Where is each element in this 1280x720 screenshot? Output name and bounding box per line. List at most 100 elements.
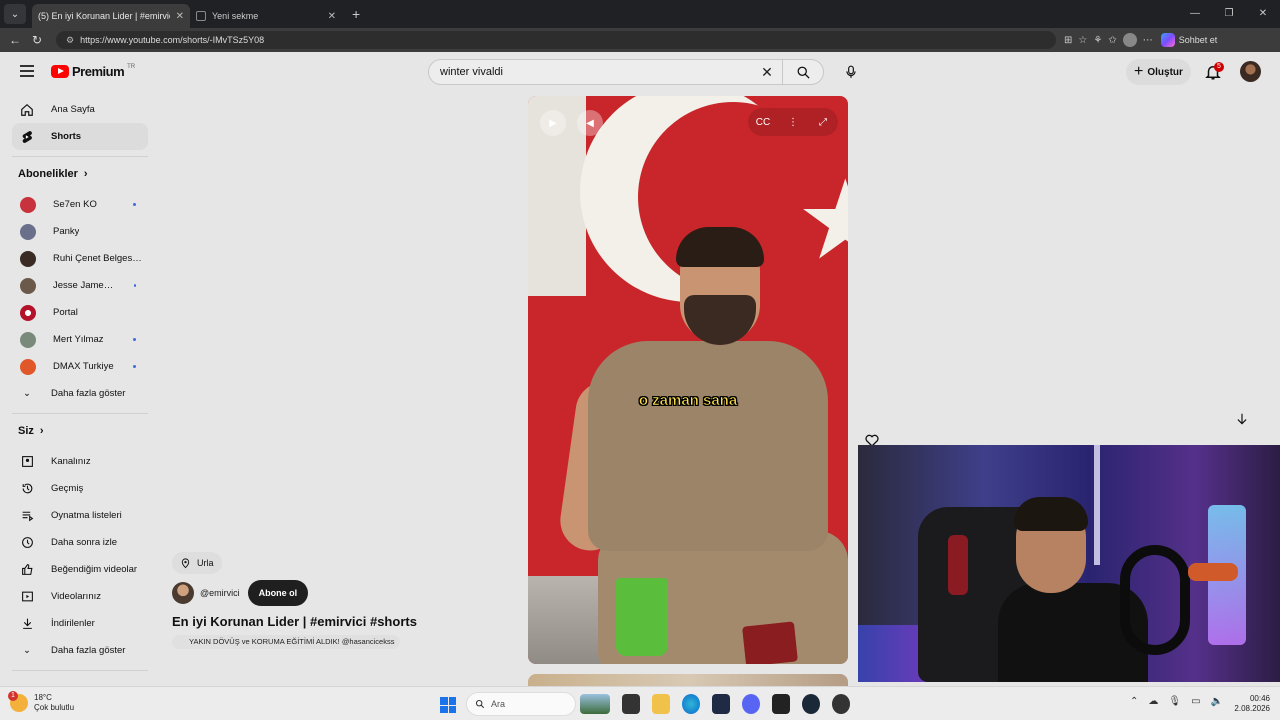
sidebar-subscription[interactable]: Panky bbox=[0, 218, 148, 245]
fullscreen-icon[interactable]: ⤢ bbox=[812, 117, 834, 128]
copilot-chat-button[interactable]: Sohbet et bbox=[1160, 33, 1217, 47]
microphone-icon[interactable]: 🎙 bbox=[1168, 696, 1181, 707]
video-phone bbox=[742, 621, 798, 664]
player-controls-right: CC ⋮ ⤢ bbox=[748, 108, 838, 136]
new-tab-icon[interactable]: + bbox=[352, 6, 360, 22]
search-button[interactable] bbox=[783, 59, 823, 85]
window-close-icon[interactable]: ✕ bbox=[1246, 0, 1280, 28]
clear-search-icon[interactable]: ✕ bbox=[752, 64, 782, 81]
edge-browser-icon[interactable] bbox=[682, 694, 700, 714]
sidebar-subscription[interactable]: Portal bbox=[0, 299, 148, 326]
app-icon[interactable] bbox=[772, 694, 790, 714]
steam-icon[interactable] bbox=[802, 694, 820, 714]
sidebar-item-watch-later[interactable]: Daha sonra izle bbox=[0, 529, 148, 556]
next-short-button[interactable] bbox=[1231, 408, 1253, 430]
widgets-icon[interactable] bbox=[580, 694, 610, 714]
sidebar-item-history[interactable]: Geçmiş bbox=[0, 475, 148, 502]
tab-close-icon[interactable]: ✕ bbox=[328, 11, 336, 22]
more-menu-icon[interactable]: ⋯ bbox=[1143, 35, 1153, 46]
play-icon[interactable]: ▶ bbox=[540, 110, 566, 136]
profile-avatar[interactable] bbox=[1122, 33, 1137, 47]
display-icon[interactable]: ▭ bbox=[1191, 696, 1200, 707]
captions-icon[interactable]: CC bbox=[752, 117, 774, 128]
channel-handle[interactable]: @emirvici bbox=[200, 588, 240, 598]
sidebar-item-home[interactable]: Ana Sayfa bbox=[0, 96, 148, 123]
more-options-icon[interactable]: ⋮ bbox=[782, 117, 804, 128]
sidebar-divider bbox=[12, 670, 148, 671]
site-info-icon[interactable]: ⚙ bbox=[66, 35, 74, 46]
tab-close-icon[interactable]: ✕ bbox=[176, 11, 184, 22]
channel-name: Ruhi Çenet Belgese... bbox=[53, 253, 145, 264]
subscriptions-header[interactable]: Abonelikler › bbox=[0, 157, 160, 191]
system-tray: ⌃ ☁ 🎙 ▭ 🔈 bbox=[1130, 696, 1223, 707]
location-chip[interactable]: Urla bbox=[172, 552, 222, 574]
reload-icon[interactable]: ↻ bbox=[26, 33, 48, 47]
collections-icon[interactable]: ✩ bbox=[1108, 35, 1116, 46]
create-button[interactable]: + Oluştur bbox=[1126, 59, 1191, 85]
discord-icon[interactable] bbox=[742, 694, 760, 714]
file-explorer-icon[interactable] bbox=[652, 694, 670, 714]
sidebar-item-downloads[interactable]: İndirilenler bbox=[0, 610, 148, 637]
taskbar-apps bbox=[580, 692, 850, 714]
weather-condition: Çok bulutlu bbox=[34, 703, 75, 712]
sidebar-item-liked-videos[interactable]: Beğendiğim videolar bbox=[0, 556, 148, 583]
weather-widget[interactable]: 1 18°C Çok bulutlu bbox=[8, 691, 75, 713]
sidebar-item-playlists[interactable]: Oynatma listeleri bbox=[0, 502, 148, 529]
sidebar-subscription[interactable]: Mert Yılmaz bbox=[0, 326, 148, 353]
weather-temperature: 18°C bbox=[34, 693, 52, 702]
subscribe-button[interactable]: Abone ol bbox=[247, 580, 309, 606]
taskbar-search-placeholder: Ara bbox=[491, 699, 506, 709]
favorite-star-icon[interactable]: ☆ bbox=[1078, 35, 1087, 46]
user-avatar[interactable] bbox=[1240, 61, 1261, 82]
url-field[interactable]: ⚙ https://www.youtube.com/shorts/-IMvTSz… bbox=[56, 31, 1056, 49]
show-more-subscriptions[interactable]: ⌄ Daha fazla göster bbox=[0, 380, 148, 407]
copilot-icon bbox=[1160, 33, 1175, 47]
sidebar-item-label: Daha sonra izle bbox=[51, 537, 118, 548]
maximize-icon[interactable]: ❐ bbox=[1212, 0, 1246, 28]
sidebar-subscription[interactable]: Ruhi Çenet Belgese... bbox=[0, 245, 148, 272]
back-icon[interactable]: ← bbox=[4, 33, 26, 47]
windows-start-icon[interactable] bbox=[440, 697, 456, 713]
minimize-icon[interactable]: — bbox=[1178, 0, 1212, 28]
sidebar-subscription[interactable]: DMAX Turkiye bbox=[0, 353, 148, 380]
video-icon bbox=[20, 590, 34, 604]
channel-avatar[interactable] bbox=[172, 582, 194, 604]
sidebar-item-shorts[interactable]: Shorts bbox=[12, 123, 148, 150]
channel-name: Panky bbox=[53, 226, 80, 237]
extensions-icon[interactable]: ⚘ bbox=[1093, 35, 1102, 46]
taskbar-search[interactable]: Ara bbox=[466, 692, 576, 716]
sidebar-item-your-channel[interactable]: Kanalınız bbox=[0, 448, 148, 475]
channel-avatar bbox=[20, 223, 36, 240]
task-view-icon[interactable] bbox=[622, 694, 640, 714]
youtube-logo[interactable]: Premium TR bbox=[51, 64, 135, 79]
shorts-video-player[interactable]: ★ o zaman sana ▶ ◀ CC ⋮ ⤢ bbox=[528, 96, 848, 664]
search-input[interactable] bbox=[440, 66, 752, 78]
taskbar-clock[interactable]: 00:46 2.08.2026 bbox=[1230, 694, 1270, 714]
volume-icon[interactable]: ◀ bbox=[577, 110, 603, 136]
search-icon bbox=[797, 66, 810, 79]
tab-title: Yeni sekme bbox=[212, 11, 259, 21]
sidebar: Ana Sayfa Shorts Abonelikler › Se7en KO … bbox=[0, 96, 160, 671]
you-header[interactable]: Siz › bbox=[0, 414, 160, 448]
menu-icon[interactable] bbox=[20, 65, 34, 77]
cloud-sync-icon[interactable]: ☁ bbox=[1148, 696, 1158, 707]
channel-avatar bbox=[20, 331, 36, 348]
sidebar-subscription[interactable]: Jesse James We... bbox=[0, 272, 148, 299]
plus-icon: + bbox=[1134, 63, 1144, 80]
speaker-icon[interactable]: 🔈 bbox=[1211, 696, 1223, 707]
voice-search-button[interactable] bbox=[840, 61, 862, 83]
short-title[interactable]: En iyi Korunan Lider | #emirvici #shorts bbox=[172, 614, 512, 629]
chevron-up-icon[interactable]: ⌃ bbox=[1130, 696, 1138, 707]
tab-search-button[interactable]: ⌄ bbox=[4, 4, 26, 24]
search-box: ✕ bbox=[428, 59, 824, 85]
browser-tab-active[interactable]: (5) En iyi Korunan Lider | #emirvici ✕ bbox=[0, 4, 190, 62]
vscode-icon[interactable] bbox=[712, 694, 730, 714]
page-favicon-icon bbox=[196, 11, 206, 21]
translate-icon[interactable]: ⊞ bbox=[1064, 35, 1072, 46]
short-description[interactable]: YAKIN DÖVÜŞ ve KORUMA EĞİTİMİ ALDIK! @ha… bbox=[172, 635, 401, 649]
sidebar-item-your-videos[interactable]: Videolarınız bbox=[0, 583, 148, 610]
browser-tab[interactable]: Yeni sekme ✕ bbox=[190, 4, 342, 28]
show-more-you[interactable]: ⌄ Daha fazla göster bbox=[0, 637, 148, 664]
sidebar-subscription[interactable]: Se7en KO bbox=[0, 191, 148, 218]
obs-icon[interactable] bbox=[832, 694, 850, 714]
